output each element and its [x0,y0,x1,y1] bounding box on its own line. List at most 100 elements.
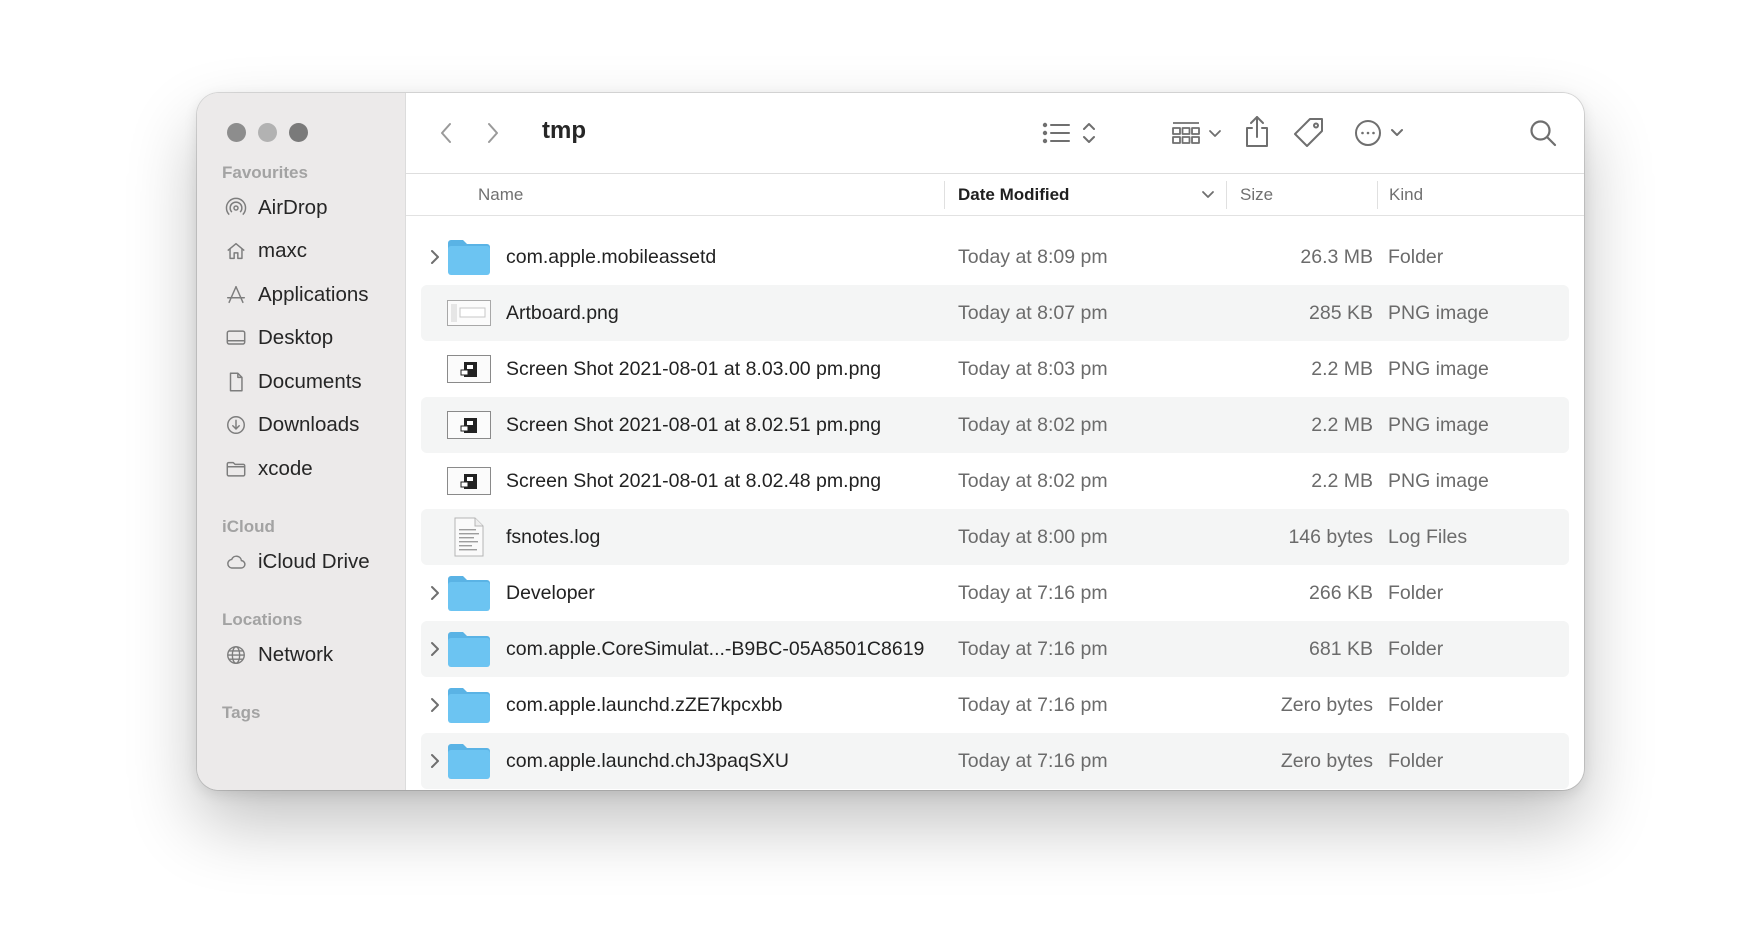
file-row[interactable]: fsnotes.log Today at 8:00 pm 146 bytes Log … [421,509,1569,565]
file-date-modified: Today at 8:07 pm [958,302,1108,324]
column-divider[interactable] [1226,181,1227,209]
column-kind[interactable]: Kind [1389,174,1423,216]
file-size: 2.2 MB [1311,470,1373,492]
file-size: 681 KB [1309,638,1373,660]
disclosure-chevron-icon[interactable] [429,584,441,602]
file-kind: Folder [1388,638,1444,660]
locations-section: Locations Network [197,607,405,677]
file-name: Screen Shot 2021-08-01 at 8.02.51 pm.png [506,414,882,436]
sidebar-item-label: Documents [258,369,362,393]
file-row[interactable]: com.apple.launchd.zZE7kpcxbb Today at 7:1… [421,677,1569,733]
file-kind: PNG image [1388,470,1489,492]
sidebar-item-label: Network [258,642,334,666]
file-name: Developer [506,582,595,604]
sidebar-item-label: AirDrop [258,195,328,219]
file-row[interactable]: Screen Shot 2021-08-01 at 8.03.00 pm.png… [421,341,1569,397]
file-size: Zero bytes [1280,750,1373,772]
file-row[interactable]: Screen Shot 2021-08-01 at 8.02.48 pm.png… [421,453,1569,509]
file-row[interactable]: com.apple.launchd.chJ3paqSXU Today at 7:1… [421,733,1569,789]
file-size: 146 bytes [1288,526,1373,548]
column-date-modified[interactable]: Date Modified [958,174,1069,216]
forward-button[interactable] [483,120,503,146]
sidebar-item-label: Downloads [258,413,360,437]
tags-section: Tags [197,700,405,726]
tags-button[interactable] [1292,116,1326,150]
column-divider[interactable] [944,181,945,209]
window-title: tmp [542,117,586,144]
sidebar-item-downloads[interactable]: Downloads [197,404,405,448]
minimize-window-button[interactable] [258,123,277,142]
file-date-modified: Today at 8:02 pm [958,414,1108,436]
file-size: 285 KB [1309,302,1373,324]
disclosure-chevron-icon[interactable] [429,696,441,714]
sidebar-item-label: xcode [258,456,313,480]
list-view-icon [1042,122,1095,144]
group-by-button[interactable] [1169,117,1225,149]
file-size: 2.2 MB [1311,414,1373,436]
file-row[interactable]: Developer Today at 7:16 pm 266 KB Folder [421,565,1569,621]
file-date-modified: Today at 8:00 pm [958,526,1108,548]
file-size: Zero bytes [1280,694,1373,716]
image-thumbnail-icon [445,293,493,333]
share-icon [1246,116,1268,147]
sidebar-item-xcode[interactable]: xcode [197,447,405,491]
view-options-button[interactable] [1042,119,1104,147]
share-button[interactable] [1242,113,1272,151]
sidebar-item-network[interactable]: Network [197,633,405,677]
column-name[interactable]: Name [478,174,523,216]
screenshot-thumbnail-icon [445,349,493,389]
sidebar: Favourites AirDrop maxc Applications Des… [197,93,406,790]
close-window-button[interactable] [227,123,246,142]
desktop-icon [223,326,248,351]
file-name: Screen Shot 2021-08-01 at 8.02.48 pm.png [506,470,882,492]
locations-heading: Locations [222,610,303,629]
file-kind: Folder [1388,582,1444,604]
folder-icon [223,456,248,481]
file-row[interactable]: com.apple.CoreSimulat...-B9BC-05A8501C86… [421,621,1569,677]
zoom-window-button[interactable] [289,123,308,142]
file-name: com.apple.CoreSimulat...-B9BC-05A8501C86… [506,638,925,660]
ellipsis-circle-icon [1355,120,1403,146]
file-name: Artboard.png [506,302,619,324]
back-button[interactable] [436,120,456,146]
screenshot-thumbnail-icon [445,461,493,501]
file-name: Screen Shot 2021-08-01 at 8.03.00 pm.png [506,358,882,380]
file-date-modified: Today at 7:16 pm [958,638,1108,660]
globe-icon [223,642,248,667]
file-row[interactable]: Artboard.png Today at 8:07 pm 285 KB PNG im… [421,285,1569,341]
document-icon [223,369,248,394]
sidebar-item-desktop[interactable]: Desktop [197,317,405,361]
folder-icon [445,741,493,781]
file-date-modified: Today at 7:16 pm [958,750,1108,772]
toolbar: tmp [406,93,1584,174]
column-size[interactable]: Size [1240,174,1273,216]
disclosure-chevron-icon[interactable] [429,640,441,658]
disclosure-chevron-icon[interactable] [429,752,441,770]
file-date-modified: Today at 8:02 pm [958,470,1108,492]
file-kind: Folder [1388,246,1444,268]
search-button[interactable] [1527,117,1559,149]
column-divider[interactable] [1377,181,1378,209]
file-kind: PNG image [1388,302,1489,324]
file-row[interactable]: com.apple.mobileassetd Today at 8:09 pm 26… [421,229,1569,285]
file-kind: PNG image [1388,414,1489,436]
sort-descending-icon[interactable] [1201,190,1215,200]
sidebar-item-label: iCloud Drive [258,549,370,573]
folder-icon [445,629,493,669]
sidebar-item-applications[interactable]: Applications [197,273,405,317]
disclosure-chevron-icon[interactable] [429,248,441,266]
screenshot-thumbnail-icon [445,405,493,445]
sidebar-item-label: Desktop [258,326,334,350]
file-date-modified: Today at 7:16 pm [958,582,1108,604]
folder-icon [445,237,493,277]
home-icon [223,239,248,264]
more-actions-button[interactable] [1352,117,1408,149]
sidebar-item-maxc[interactable]: maxc [197,230,405,274]
sidebar-item-icloud-drive[interactable]: iCloud Drive [197,540,405,584]
sidebar-item-documents[interactable]: Documents [197,360,405,404]
file-size: 2.2 MB [1311,358,1373,380]
chevron-right-icon [488,123,498,143]
file-row[interactable]: Screen Shot 2021-08-01 at 8.02.51 pm.png… [421,397,1569,453]
file-date-modified: Today at 8:03 pm [958,358,1108,380]
sidebar-item-airdrop[interactable]: AirDrop [197,186,405,230]
